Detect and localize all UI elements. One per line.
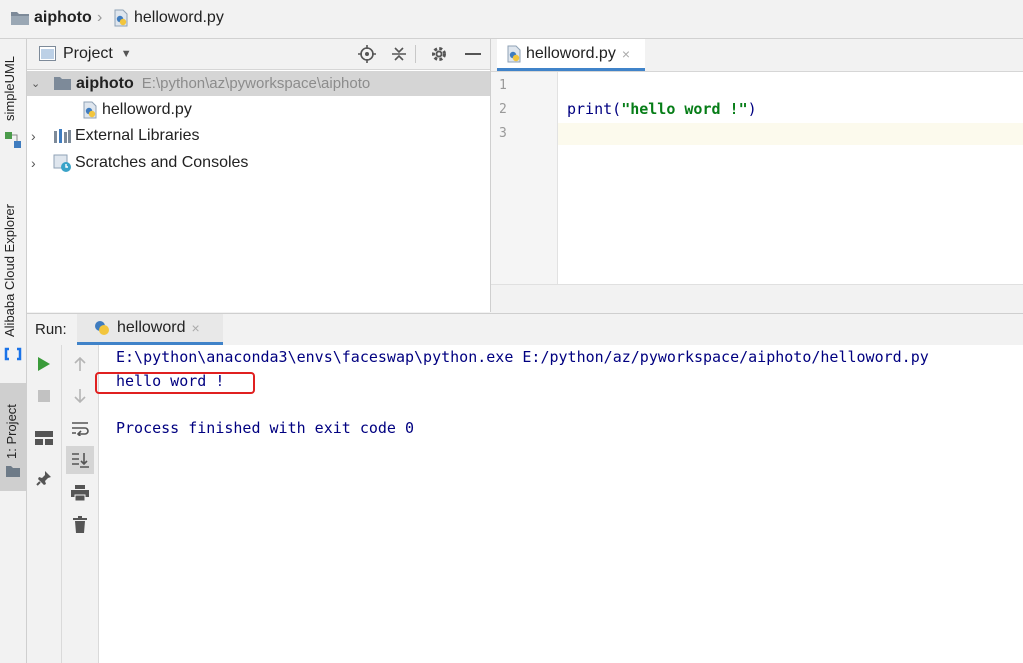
python-file-icon [114, 9, 128, 27]
run-icon[interactable] [31, 351, 57, 377]
chevron-right-icon: › [31, 127, 36, 144]
breadcrumb-project[interactable]: aiphoto [10, 9, 92, 27]
arrow-down-icon[interactable] [67, 383, 93, 409]
line-number: 2 [499, 102, 507, 117]
tool-window-project-label: 1: Project [4, 404, 19, 459]
soft-wrap-icon[interactable] [67, 415, 93, 441]
chevron-down-icon: ▼ [120, 48, 132, 60]
close-icon[interactable]: × [191, 320, 199, 336]
editor-tab-bar: helloword.py × [491, 39, 1023, 72]
code-line[interactable]: print("hello word !") [567, 100, 757, 118]
editor-panel: helloword.py × 1 2 3 print("hello word !… [491, 39, 1023, 313]
python-file-icon [83, 101, 97, 118]
run-toolbar-output [62, 345, 99, 663]
print-icon[interactable] [67, 480, 93, 506]
console-command-line: E:\python\anaconda3\envs\faceswap\python… [116, 348, 929, 366]
tool-window-simpleuml[interactable]: simpleUML [2, 56, 17, 121]
highlight-box [95, 372, 255, 394]
left-tool-strip: simpleUML Alibaba Cloud Explorer 1: Proj… [0, 39, 27, 663]
folder-icon [5, 465, 21, 482]
run-toolbar-main [27, 345, 62, 663]
tool-window-project-tab[interactable]: 1: Project [0, 383, 26, 491]
editor-footer [491, 284, 1023, 313]
alibaba-cloud-icon [4, 347, 22, 365]
chevron-right-icon: › [31, 154, 36, 171]
layout-icon[interactable] [31, 425, 57, 451]
line-number: 1 [499, 78, 507, 93]
breadcrumb-file[interactable]: helloword.py [112, 9, 224, 27]
header-divider [415, 45, 416, 63]
folder-icon [11, 12, 29, 25]
project-panel: Project ▼ ⌄ aiphoto E:\python\az\pyworks… [27, 39, 491, 312]
scratches-icon [53, 154, 71, 172]
project-panel-header: Project ▼ [27, 39, 490, 70]
close-icon[interactable]: × [622, 46, 630, 62]
minimize-icon[interactable] [463, 44, 483, 64]
trash-icon[interactable] [67, 511, 93, 537]
chevron-down-icon: ⌄ [31, 78, 41, 90]
tree-item-helloword-py[interactable]: helloword.py [27, 97, 490, 122]
folder-icon [54, 77, 71, 90]
tree-item-scratches-and-consoles[interactable]: › Scratches and Consoles [27, 150, 490, 175]
run-tab-helloword[interactable]: helloword × [77, 314, 223, 345]
python-icon [95, 321, 109, 335]
run-label: Run: [35, 321, 67, 338]
uml-icon [4, 131, 22, 153]
tree-item-aiphoto[interactable]: ⌄ aiphoto E:\python\az\pyworkspace\aipho… [27, 71, 490, 96]
tree-item-external-libraries[interactable]: › External Libraries [27, 123, 490, 148]
collapse-all-icon[interactable] [389, 44, 409, 64]
current-line-highlight [491, 123, 1023, 145]
gear-icon[interactable] [429, 44, 449, 64]
line-number-gutter: 1 2 3 [491, 72, 558, 284]
pin-icon[interactable] [31, 465, 57, 491]
line-number: 3 [499, 126, 507, 141]
run-console[interactable]: E:\python\anaconda3\envs\faceswap\python… [95, 345, 1023, 663]
project-view-selector[interactable]: Project ▼ [63, 45, 132, 63]
tool-window-alibaba-cloud-explorer[interactable]: Alibaba Cloud Explorer [2, 204, 17, 337]
arrow-up-icon[interactable] [67, 351, 93, 377]
locate-icon[interactable] [357, 44, 377, 64]
console-exit-line: Process finished with exit code 0 [116, 419, 415, 437]
breadcrumb: aiphoto › helloword.py [0, 0, 1023, 39]
project-view-icon [39, 46, 56, 65]
run-panel-header: Run: helloword × [27, 313, 1023, 346]
python-file-icon [507, 45, 521, 62]
editor-tab-helloword-py[interactable]: helloword.py × [497, 39, 645, 71]
stop-icon[interactable] [31, 383, 57, 409]
library-icon [54, 128, 71, 143]
chevron-right-icon: › [97, 9, 103, 26]
scroll-to-end-icon[interactable] [66, 446, 94, 474]
